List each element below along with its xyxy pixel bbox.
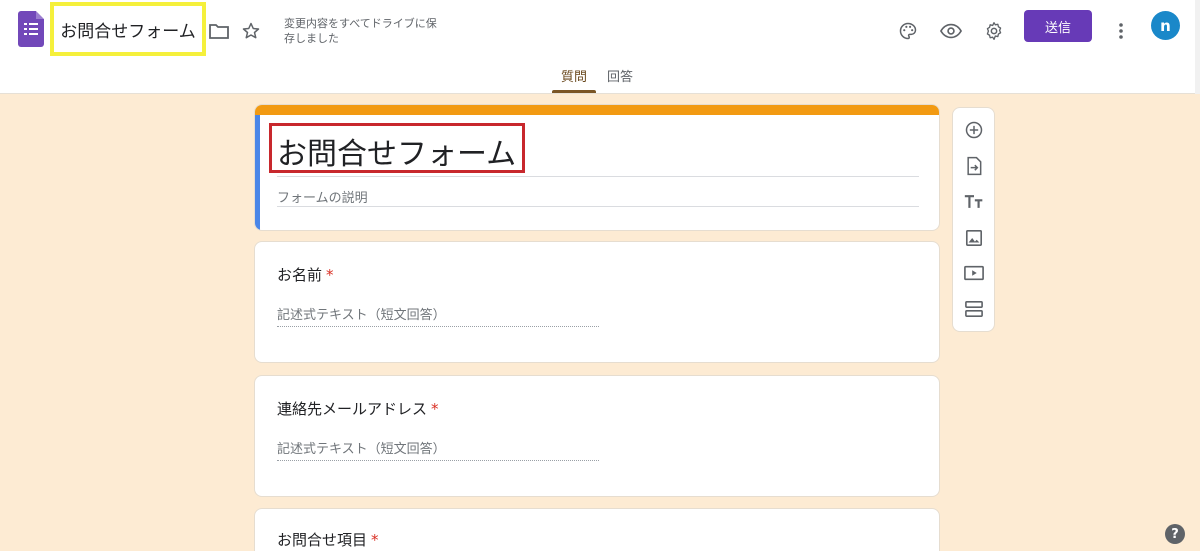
top-app-bar: お問合せフォーム 変更内容をすべてドライブに保存しました 送信 n 質問 回答 [0, 0, 1200, 94]
theme-color-bar [255, 105, 939, 115]
more-vert-icon[interactable] [1110, 20, 1132, 42]
add-video-icon[interactable] [963, 262, 985, 284]
active-tab-indicator [552, 90, 596, 93]
form-header-card[interactable]: お問合せフォーム フォームの説明 [254, 104, 940, 231]
document-title[interactable]: お問合せフォーム [60, 17, 196, 42]
question-card[interactable]: 連絡先メールアドレス * 記述式テキスト（短文回答） [254, 375, 940, 497]
form-description-field[interactable]: フォームの説明 [277, 187, 368, 206]
tab-questions[interactable]: 質問 [561, 66, 587, 85]
folder-icon[interactable] [208, 20, 230, 42]
short-answer-hint: 記述式テキスト（短文回答） [277, 442, 446, 457]
add-title-icon[interactable] [963, 191, 985, 213]
question-card[interactable]: お問合せ項目 * [254, 508, 940, 551]
required-asterisk: * [431, 400, 439, 418]
required-asterisk: * [326, 266, 334, 284]
answer-line [277, 326, 599, 327]
short-answer-hint: 記述式テキスト（短文回答） [277, 308, 446, 323]
account-avatar[interactable]: n [1151, 11, 1180, 40]
add-question-icon[interactable] [963, 119, 985, 141]
import-questions-icon[interactable] [963, 155, 985, 177]
required-asterisk: * [371, 531, 379, 549]
tab-responses[interactable]: 回答 [607, 66, 633, 85]
floating-toolbar [952, 107, 995, 332]
scrollbar-track[interactable] [1195, 0, 1200, 94]
answer-line [277, 460, 599, 461]
help-icon[interactable]: ? [1165, 524, 1185, 544]
question-title[interactable]: お問合せ項目 * [277, 529, 379, 550]
add-image-icon[interactable] [963, 227, 985, 249]
document-title-highlight[interactable]: お問合せフォーム [50, 2, 206, 56]
description-underline [277, 206, 919, 207]
eye-icon[interactable] [940, 20, 962, 42]
palette-icon[interactable] [897, 20, 919, 42]
question-card[interactable]: お名前 * 記述式テキスト（短文回答） [254, 241, 940, 363]
title-underline [277, 176, 919, 177]
question-title[interactable]: 連絡先メールアドレス * [277, 398, 439, 419]
star-icon[interactable] [240, 20, 262, 42]
send-button[interactable]: 送信 [1024, 10, 1092, 42]
save-status-text: 変更内容をすべてドライブに保存しました [284, 17, 437, 45]
form-title[interactable]: お問合せフォーム [277, 129, 516, 173]
forms-logo-icon[interactable] [18, 11, 44, 47]
gear-icon[interactable] [983, 20, 1005, 42]
add-section-icon[interactable] [963, 298, 985, 320]
question-title[interactable]: お名前 * [277, 264, 334, 285]
selected-card-indicator [255, 115, 260, 230]
